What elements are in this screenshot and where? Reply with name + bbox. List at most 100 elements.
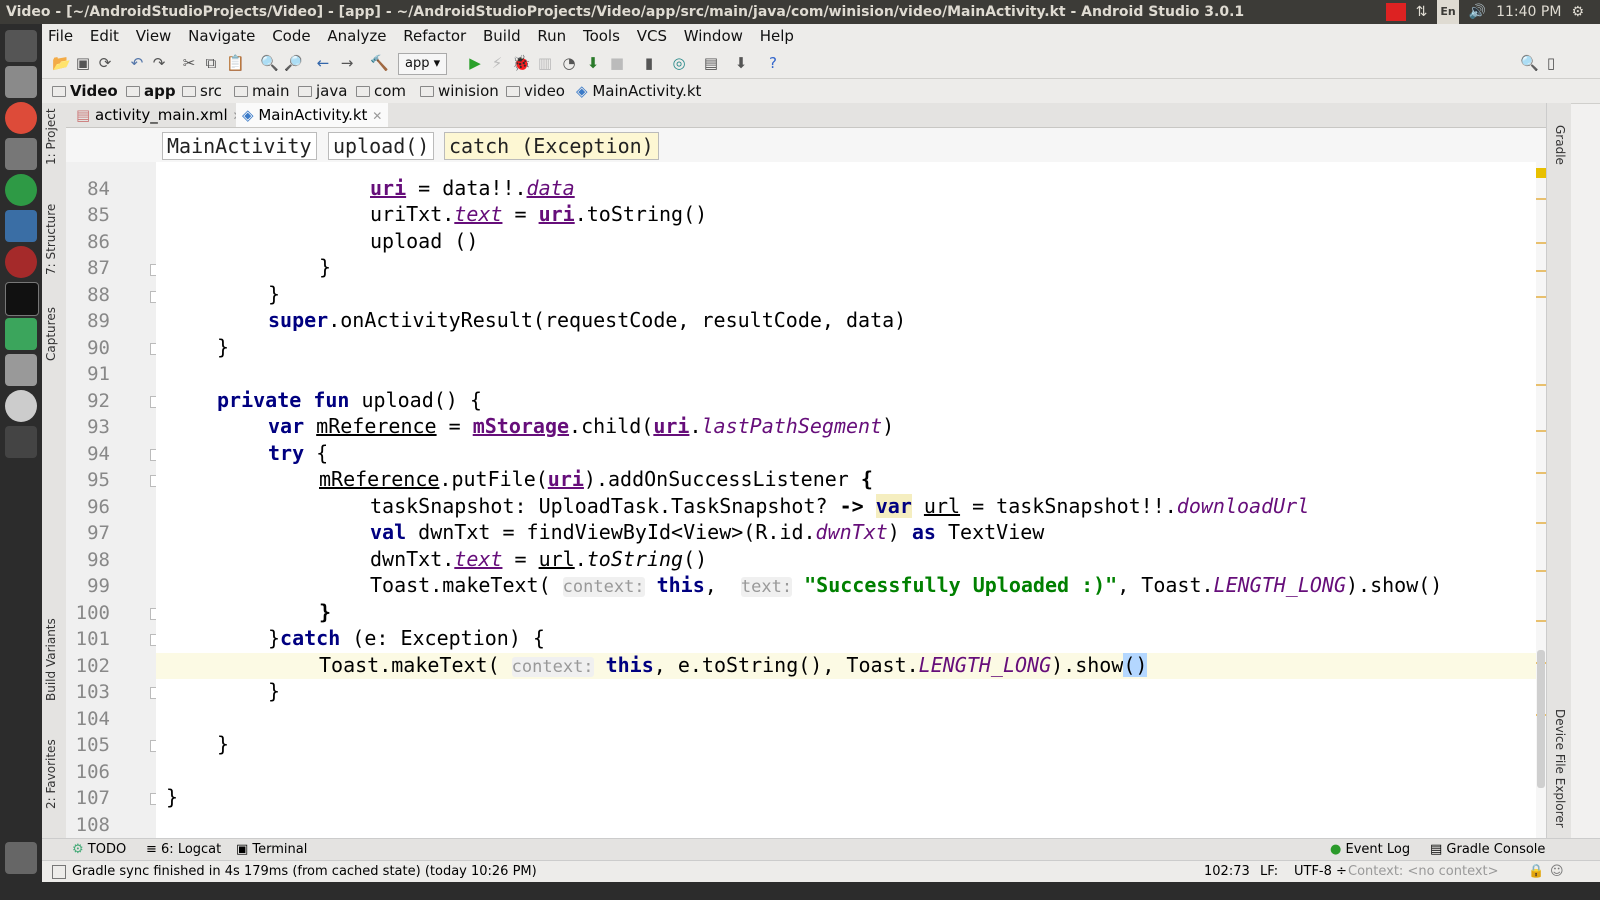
help-icon[interactable]: ? bbox=[764, 54, 782, 72]
warning-mark[interactable] bbox=[1536, 570, 1546, 572]
apply-changes-icon[interactable]: ⚡ bbox=[488, 54, 506, 72]
scrollbar-thumb[interactable] bbox=[1537, 650, 1545, 788]
usb-app-icon[interactable] bbox=[5, 354, 37, 386]
search-everywhere-icon[interactable]: 🔍 bbox=[1520, 54, 1539, 72]
sync-gradle-icon[interactable]: ◎ bbox=[670, 54, 688, 72]
warning-mark[interactable] bbox=[1536, 270, 1546, 272]
menu-window[interactable]: Window bbox=[684, 27, 743, 45]
inspector-icon[interactable]: ☺ bbox=[1550, 861, 1564, 883]
structure-method[interactable]: upload() bbox=[328, 132, 435, 160]
menu-code[interactable]: Code bbox=[272, 27, 310, 45]
tab-mainactivity-kt[interactable]: ◈ MainActivity.kt ✕ bbox=[236, 103, 389, 127]
breadcrumb-video-package[interactable]: video bbox=[506, 79, 565, 103]
clock[interactable]: 11:40 PM bbox=[1496, 0, 1561, 24]
todo-button[interactable]: ⚙ TODO bbox=[72, 839, 126, 861]
warning-mark[interactable] bbox=[1536, 296, 1546, 298]
line-separator[interactable]: LF: bbox=[1260, 861, 1278, 883]
breadcrumb-winision[interactable]: winision bbox=[420, 79, 499, 103]
event-log-button[interactable]: ● Event Log bbox=[1330, 839, 1410, 861]
breadcrumb-mainactivity[interactable]: ◈ MainActivity.kt bbox=[576, 79, 701, 103]
menu-refactor[interactable]: Refactor bbox=[403, 27, 466, 45]
caret-position[interactable]: 102:73 bbox=[1204, 861, 1250, 883]
breadcrumb-com[interactable]: com bbox=[356, 79, 406, 103]
make-project-icon[interactable]: 🔨 bbox=[370, 54, 389, 72]
coverage-icon[interactable]: ▥ bbox=[536, 54, 554, 72]
stop-icon[interactable]: ■ bbox=[608, 54, 626, 72]
warning-mark[interactable] bbox=[1536, 620, 1546, 622]
status-message[interactable]: Gradle sync finished in 4s 179ms (from c… bbox=[72, 861, 537, 883]
tool-structure[interactable]: 7: Structure bbox=[44, 204, 58, 275]
breadcrumb-src[interactable]: src bbox=[182, 79, 222, 103]
code-editor[interactable]: uri = data!!.data uriTxt.text = uri.toSt… bbox=[156, 162, 1536, 838]
menu-view[interactable]: View bbox=[136, 27, 172, 45]
logcat-button[interactable]: ≡ 6: Logcat bbox=[146, 839, 221, 861]
copy-icon[interactable]: ⧉ bbox=[202, 54, 220, 72]
tool-device-file-explorer[interactable]: Device File Explorer bbox=[1553, 709, 1567, 828]
disc-app-icon[interactable] bbox=[5, 390, 37, 422]
sdk-manager-icon[interactable]: ⬇ bbox=[732, 54, 750, 72]
forward-icon[interactable]: → bbox=[338, 54, 356, 72]
warning-mark[interactable] bbox=[1536, 522, 1546, 524]
close-icon[interactable]: ✕ bbox=[372, 109, 382, 123]
warning-mark[interactable] bbox=[1536, 242, 1546, 244]
terminal-button[interactable]: ▣ Terminal bbox=[236, 839, 307, 861]
tool-gradle[interactable]: Gradle bbox=[1553, 125, 1567, 165]
menu-file[interactable]: File bbox=[48, 27, 73, 45]
run-configuration-select[interactable]: app ▾ bbox=[398, 53, 448, 75]
warning-mark[interactable] bbox=[1536, 198, 1546, 200]
device-app-icon[interactable] bbox=[5, 426, 37, 458]
warning-mark[interactable] bbox=[1536, 384, 1546, 386]
redo-icon[interactable]: ↷ bbox=[150, 54, 168, 72]
gradle-console-button[interactable]: ▤ Gradle Console bbox=[1430, 839, 1545, 861]
attach-debugger-icon[interactable]: ⬇ bbox=[584, 54, 602, 72]
tool-captures[interactable]: Captures bbox=[44, 307, 58, 361]
context-indicator[interactable]: Context: <no context> bbox=[1348, 861, 1499, 883]
media-app-icon[interactable] bbox=[5, 246, 37, 278]
breadcrumb-java[interactable]: java bbox=[298, 79, 347, 103]
chrome-app-icon[interactable] bbox=[5, 102, 37, 134]
menu-navigate[interactable]: Navigate bbox=[188, 27, 255, 45]
cut-icon[interactable]: ✂ bbox=[180, 54, 198, 72]
lock-icon[interactable]: 🔒 bbox=[1528, 861, 1544, 883]
breadcrumb-video-project[interactable]: Video bbox=[52, 79, 118, 103]
network-icon[interactable]: ⇅ bbox=[1416, 0, 1428, 24]
globe-app-icon[interactable] bbox=[5, 174, 37, 206]
panel-toggle-icon[interactable]: ▯ bbox=[1542, 54, 1560, 72]
inspection-status-icon[interactable] bbox=[1536, 168, 1546, 178]
undo-icon[interactable]: ↶ bbox=[128, 54, 146, 72]
debug-icon[interactable]: 🐞 bbox=[512, 54, 531, 72]
tool-favorites[interactable]: 2: Favorites bbox=[44, 739, 58, 809]
status-panel-toggle-icon[interactable] bbox=[52, 865, 66, 879]
android-studio-app-icon[interactable] bbox=[5, 318, 37, 350]
breadcrumb-app[interactable]: app bbox=[126, 79, 176, 103]
menu-build[interactable]: Build bbox=[483, 27, 521, 45]
tool-build-variants[interactable]: Build Variants bbox=[44, 618, 58, 701]
menu-run[interactable]: Run bbox=[537, 27, 566, 45]
editor-error-stripe[interactable] bbox=[1536, 162, 1546, 838]
tool-project[interactable]: 1: Project bbox=[44, 108, 58, 165]
avd-manager-icon[interactable]: ▮ bbox=[640, 54, 658, 72]
menu-edit[interactable]: Edit bbox=[90, 27, 119, 45]
power-gear-icon[interactable]: ⚙ bbox=[1571, 0, 1584, 24]
open-icon[interactable]: 📂 bbox=[52, 54, 71, 72]
structure-class[interactable]: MainActivity bbox=[162, 132, 317, 160]
file-encoding[interactable]: UTF-8 ÷ bbox=[1294, 861, 1347, 883]
files-app-icon[interactable] bbox=[5, 66, 37, 98]
volume-icon[interactable]: 🔊 bbox=[1469, 0, 1486, 24]
text-editor-app-icon[interactable] bbox=[5, 138, 37, 170]
warning-mark[interactable] bbox=[1536, 472, 1546, 474]
dash-home-icon[interactable] bbox=[5, 30, 37, 62]
replace-icon[interactable]: 🔎 bbox=[284, 54, 303, 72]
menu-tools[interactable]: Tools bbox=[583, 27, 620, 45]
terminal-app-icon[interactable] bbox=[5, 282, 39, 316]
breadcrumb-main[interactable]: main bbox=[234, 79, 289, 103]
trash-icon[interactable] bbox=[5, 842, 37, 874]
paste-icon[interactable]: 📋 bbox=[226, 54, 245, 72]
keyboard-layout-indicator[interactable]: En bbox=[1437, 0, 1459, 25]
find-icon[interactable]: 🔍 bbox=[260, 54, 279, 72]
structure-catch[interactable]: catch (Exception) bbox=[444, 132, 659, 160]
menu-analyze[interactable]: Analyze bbox=[327, 27, 386, 45]
project-structure-icon[interactable]: ▤ bbox=[702, 54, 720, 72]
warning-mark[interactable] bbox=[1536, 430, 1546, 432]
save-icon[interactable]: ▣ bbox=[74, 54, 92, 72]
